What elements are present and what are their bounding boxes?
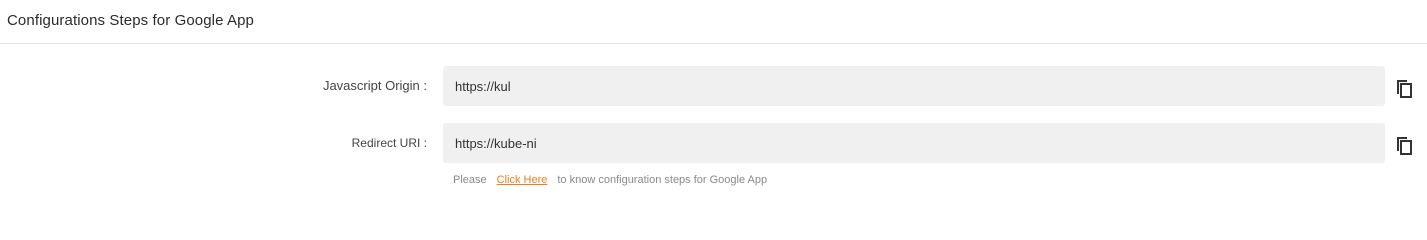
copy-icon — [1396, 135, 1412, 155]
copy-origin-button[interactable] — [1396, 78, 1412, 98]
help-text: Please Click Here to know configuration st… — [453, 174, 767, 186]
page-header: Configurations Steps for Google App — [0, 0, 1427, 44]
help-prefix: Please — [453, 174, 487, 186]
copy-redirect-button[interactable] — [1396, 135, 1412, 155]
redirect-uri-row: Redirect URI : — [0, 123, 1427, 163]
copy-icon — [1396, 78, 1412, 98]
page-title: Configurations Steps for Google App — [7, 12, 254, 29]
javascript-origin-row: Javascript Origin : — [0, 66, 1427, 106]
help-suffix: to know configuration steps for Google A… — [557, 174, 768, 186]
javascript-origin-label: Javascript Origin : — [322, 78, 427, 93]
redirect-uri-label: Redirect URI : — [351, 136, 427, 150]
redirect-uri-input[interactable] — [443, 123, 1385, 163]
click-here-link[interactable]: Click Here — [497, 174, 548, 186]
javascript-origin-input[interactable] — [443, 66, 1385, 106]
